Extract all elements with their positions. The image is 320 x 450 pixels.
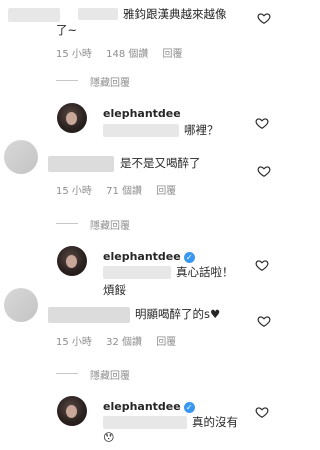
avatar[interactable] — [4, 288, 38, 322]
hide-replies-link[interactable]: 隱藏回覆 — [90, 217, 130, 232]
comment-text: 明顯喝醉了的s♥ — [135, 307, 221, 321]
comment-meta: 15 小時 148 個讚 回覆 — [56, 45, 194, 60]
comment-meta: 15 小時 71 個讚 回覆 — [56, 182, 187, 197]
hidden-replies-line — [56, 373, 78, 374]
hidden-replies-line — [56, 80, 78, 81]
hidden-replies-line — [56, 223, 78, 224]
like-heart-icon[interactable] — [257, 164, 271, 178]
reply-link[interactable]: 回覆 — [156, 337, 176, 348]
blurred-username — [48, 307, 130, 323]
comment-text: 雅鈞跟漢典越來越像 — [123, 7, 227, 21]
avatar[interactable] — [57, 396, 87, 426]
verified-badge-icon: ✓ — [183, 401, 195, 413]
like-heart-icon[interactable] — [255, 405, 269, 419]
avatar[interactable] — [57, 246, 87, 276]
reply-link[interactable]: 回覆 — [163, 49, 183, 60]
hide-replies-link[interactable]: 隱藏回覆 — [90, 367, 130, 382]
verified-badge-icon: ✓ — [183, 251, 195, 263]
blurred-username — [8, 8, 60, 22]
comment-text-continued: 煩餒 — [103, 283, 126, 297]
like-heart-icon[interactable] — [255, 258, 269, 272]
like-heart-icon[interactable] — [257, 11, 271, 25]
blurred-mention — [103, 416, 187, 429]
avatar[interactable] — [4, 140, 38, 174]
username-row: elephantdee ✓ — [103, 250, 195, 263]
username-row: elephantdee ✓ — [103, 400, 195, 413]
blurred-username — [48, 156, 114, 172]
blurred-mention — [78, 8, 118, 20]
comment-emoji: 😯 — [103, 431, 115, 444]
timestamp: 15 小時 — [56, 186, 92, 197]
comment-text: 哪裡？ — [184, 123, 219, 137]
avatar[interactable] — [57, 103, 87, 133]
username[interactable]: elephantdee — [103, 400, 181, 413]
timestamp: 15 小時 — [56, 49, 92, 60]
comment-text: 真的沒有 — [192, 415, 238, 429]
comment-text: 是不是又喝醉了 — [120, 156, 201, 170]
like-heart-icon[interactable] — [257, 314, 271, 328]
comment-text-continued: 了~ — [56, 23, 78, 37]
username[interactable]: elephantdee — [103, 107, 181, 120]
comment-text: 真心話啦！ — [176, 265, 234, 279]
timestamp: 15 小時 — [56, 337, 92, 348]
like-heart-icon[interactable] — [255, 116, 269, 130]
likes-count[interactable]: 32 個讚 — [106, 337, 142, 348]
username[interactable]: elephantdee — [103, 250, 181, 263]
hide-replies-link[interactable]: 隱藏回覆 — [90, 74, 130, 89]
comment-meta: 15 小時 32 個讚 回覆 — [56, 333, 187, 348]
likes-count[interactable]: 148 個讚 — [106, 49, 148, 60]
likes-count[interactable]: 71 個讚 — [106, 186, 142, 197]
blurred-mention — [103, 266, 171, 279]
blurred-mention — [103, 124, 179, 137]
reply-link[interactable]: 回覆 — [156, 186, 176, 197]
